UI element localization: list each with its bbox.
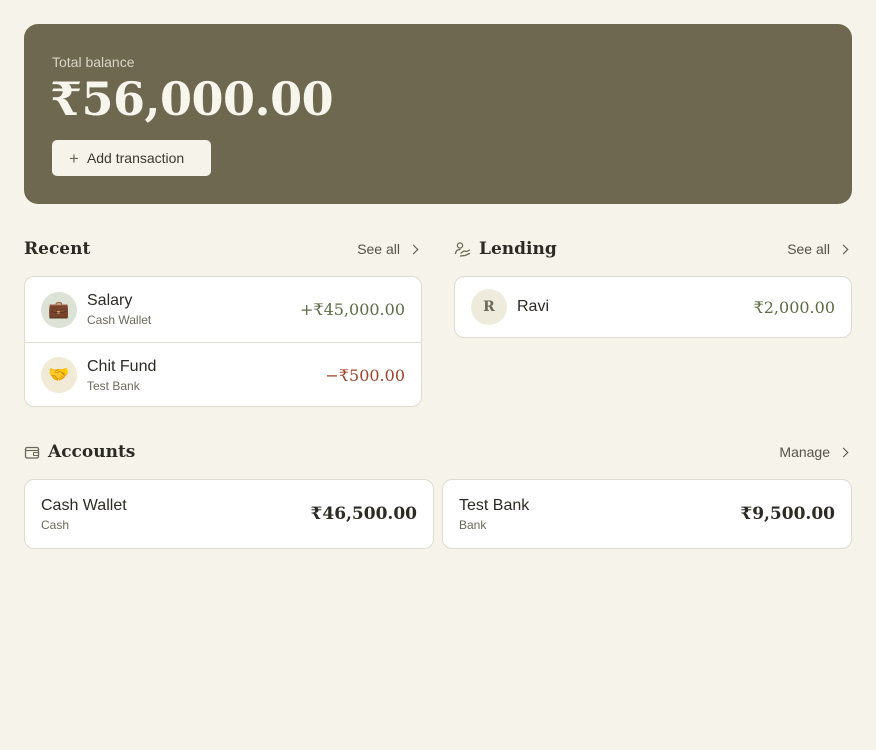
account-name: Test Bank [459, 496, 530, 514]
lending-amount: ₹2,000.00 [753, 297, 835, 317]
briefcase-icon: 💼 [41, 291, 77, 328]
lending-person-name: Ravi [517, 298, 550, 315]
accounts-title: Accounts [48, 442, 136, 462]
recent-section-title: Recent [24, 239, 90, 259]
lending-see-all-link[interactable]: See all [787, 241, 849, 257]
accounts-section-title: Accounts [24, 442, 135, 462]
account-card[interactable]: Cash Wallet Cash ₹46,500.00 [24, 479, 434, 549]
recent-transactions-card: 💼 Salary Cash Wallet +₹45,000.00 🤝 Chit … [24, 276, 422, 407]
transaction-row[interactable]: 💼 Salary Cash Wallet +₹45,000.00 [25, 277, 421, 342]
transaction-account: Test Bank [87, 378, 140, 393]
account-balance: ₹46,500.00 [310, 504, 417, 524]
chevron-right-icon [408, 244, 419, 254]
lending-section-title: Lending [454, 239, 557, 259]
account-balance: ₹9,500.00 [740, 504, 835, 524]
wallet-icon [24, 446, 40, 459]
lending-hand-icon [454, 241, 471, 257]
plus-icon: + [69, 148, 79, 168]
lending-card: R Ravi ₹2,000.00 [454, 276, 852, 338]
transaction-account: Cash Wallet [87, 313, 152, 327]
handshake-icon: 🤝 [41, 357, 77, 393]
total-balance-amount: ₹56,000.00 [50, 72, 334, 126]
add-transaction-button[interactable]: + Add transaction [52, 140, 211, 176]
account-type: Cash [41, 517, 70, 532]
account-name: Cash Wallet [41, 496, 127, 514]
transaction-title: Chit Fund [87, 357, 157, 375]
lending-see-all-label: See all [787, 241, 830, 257]
accounts-manage-label: Manage [779, 444, 830, 460]
lending-row[interactable]: R Ravi ₹2,000.00 [455, 277, 851, 337]
recent-title: Recent [24, 239, 91, 259]
accounts-manage-link[interactable]: Manage [779, 444, 849, 460]
transaction-amount: +₹45,000.00 [299, 300, 405, 319]
account-card[interactable]: Test Bank Bank ₹9,500.00 [442, 479, 852, 549]
chevron-right-icon [838, 447, 849, 457]
transaction-row[interactable]: 🤝 Chit Fund Test Bank −₹500.00 [25, 342, 421, 407]
transaction-amount: −₹500.00 [325, 365, 405, 385]
recent-see-all-label: See all [357, 241, 400, 257]
transaction-title: Salary [87, 292, 133, 309]
lending-title: Lending [479, 239, 557, 259]
add-transaction-label: Add transaction [86, 150, 185, 166]
balance-card: Total balance ₹56,000.00 + Add transacti… [24, 24, 852, 204]
chevron-right-icon [838, 244, 849, 254]
total-balance-label: Total balance [52, 54, 135, 70]
account-type: Bank [459, 517, 487, 532]
avatar: R [471, 289, 507, 325]
recent-see-all-link[interactable]: See all [357, 241, 419, 257]
